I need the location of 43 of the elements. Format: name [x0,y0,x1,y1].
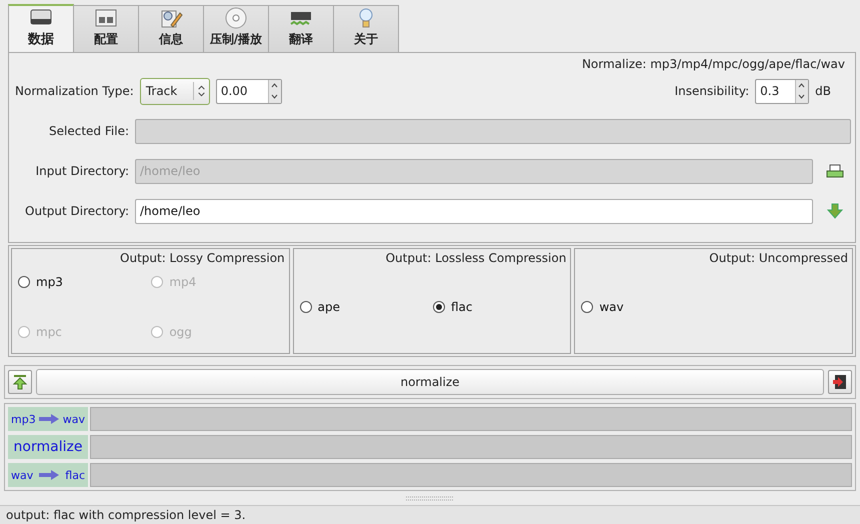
normalize-button[interactable]: normalize [36,369,824,396]
field-label: Insensibility: [674,84,750,98]
tab[interactable]: 配置 [73,5,139,52]
unit-label: dB [815,84,831,98]
radio-option[interactable]: ape [300,300,433,314]
format-label: wav [62,412,85,426]
panel-icon [94,7,118,29]
disc-icon [224,7,248,29]
status-bar: output: flac with compression level = 3. [0,505,860,524]
radio-option[interactable]: wav [581,300,848,314]
spin-arrows-icon[interactable] [795,80,808,102]
format-label: flac [65,468,85,482]
tab[interactable]: 数据 [8,4,74,52]
radio-option[interactable]: mp3 [18,275,152,290]
group-title: Output: Lossy Compression [119,251,285,266]
tab[interactable]: 信息 [138,5,204,52]
step-tag: normalize [8,435,88,460]
field-label: Output Directory: [24,204,129,218]
arrow-up-icon [12,374,28,390]
normalization-type-dropdown[interactable]: Track [140,78,210,104]
tray-icon[interactable] [825,163,845,179]
format-label: wav [11,468,34,482]
arrow-right-icon [38,414,60,424]
radio-option[interactable]: flac [433,300,566,314]
amount-spinbox[interactable]: 0.00 [216,78,282,104]
splitter-handle-icon[interactable] [406,496,454,501]
exit-button[interactable] [828,370,852,394]
tab[interactable]: 压制/播放 [203,5,269,52]
group-title: Output: Uncompressed [708,251,848,266]
text-field[interactable]: /home/leo [135,198,813,224]
tab[interactable]: 关于 [333,5,399,52]
insensibility-spinbox[interactable]: 0.3 [755,78,810,104]
field-label: Input Directory: [34,164,129,178]
exit-icon [832,374,848,390]
group-title: Output: Lossless Compression [384,251,566,266]
format-label: mp3 [11,412,36,426]
field-label: Selected File: [48,124,129,138]
spin-arrows-icon[interactable] [268,80,281,102]
upload-button[interactable] [8,370,32,394]
field-label: Normalization Type: [14,84,134,98]
panel-title: Normalize: mp3/mp4/mpc/ogg/ape/flac/wav [580,57,846,71]
tab[interactable]: 翻译 [268,5,334,52]
arrow-right-icon [38,470,60,480]
